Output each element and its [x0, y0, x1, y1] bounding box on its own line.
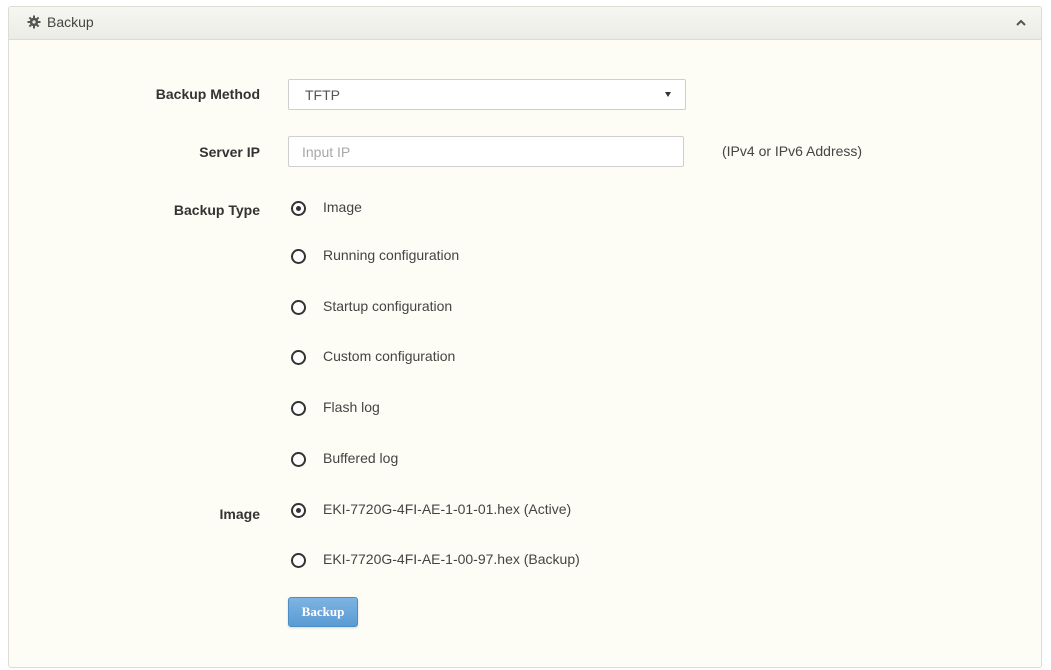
chevron-down-icon — [665, 92, 671, 97]
backup-method-select[interactable]: TFTP — [288, 79, 686, 110]
server-ip-label: Server IP — [199, 144, 260, 160]
radio-unchecked-icon — [291, 300, 306, 315]
radio-label: Startup configuration — [323, 298, 453, 314]
radio-label: EKI-7720G-4FI-AE-1-00-97.hex (Backup) — [323, 551, 580, 567]
radio-label: Buffered log — [323, 450, 399, 466]
server-ip-input[interactable] — [288, 136, 684, 167]
radio-label: Image — [323, 199, 362, 215]
radio-label: EKI-7720G-4FI-AE-1-01-01.hex (Active) — [323, 501, 572, 517]
server-ip-hint: (IPv4 or IPv6 Address) — [722, 143, 863, 159]
radio-checked-icon — [291, 201, 306, 216]
radio-unchecked-icon — [291, 553, 306, 568]
backup-method-value: TFTP — [305, 87, 340, 103]
radio-unchecked-icon — [291, 249, 306, 264]
radio-label: Flash log — [323, 399, 380, 415]
panel-header: Backup — [9, 7, 1041, 40]
radio-unchecked-icon — [291, 401, 306, 416]
radio-label: Running configuration — [323, 247, 460, 263]
gear-icon — [27, 15, 41, 29]
radio-unchecked-icon — [291, 350, 306, 365]
radio-label: Custom configuration — [323, 348, 456, 364]
radio-checked-icon — [291, 503, 306, 518]
image-label: Image — [219, 506, 260, 522]
radio-unchecked-icon — [291, 452, 306, 467]
backup-method-label: Backup Method — [155, 86, 260, 102]
chevron-up-icon[interactable] — [1013, 16, 1029, 30]
backup-type-label: Backup Type — [173, 202, 260, 218]
panel-title: Backup — [47, 14, 94, 30]
backup-button[interactable]: Backup — [288, 597, 358, 627]
